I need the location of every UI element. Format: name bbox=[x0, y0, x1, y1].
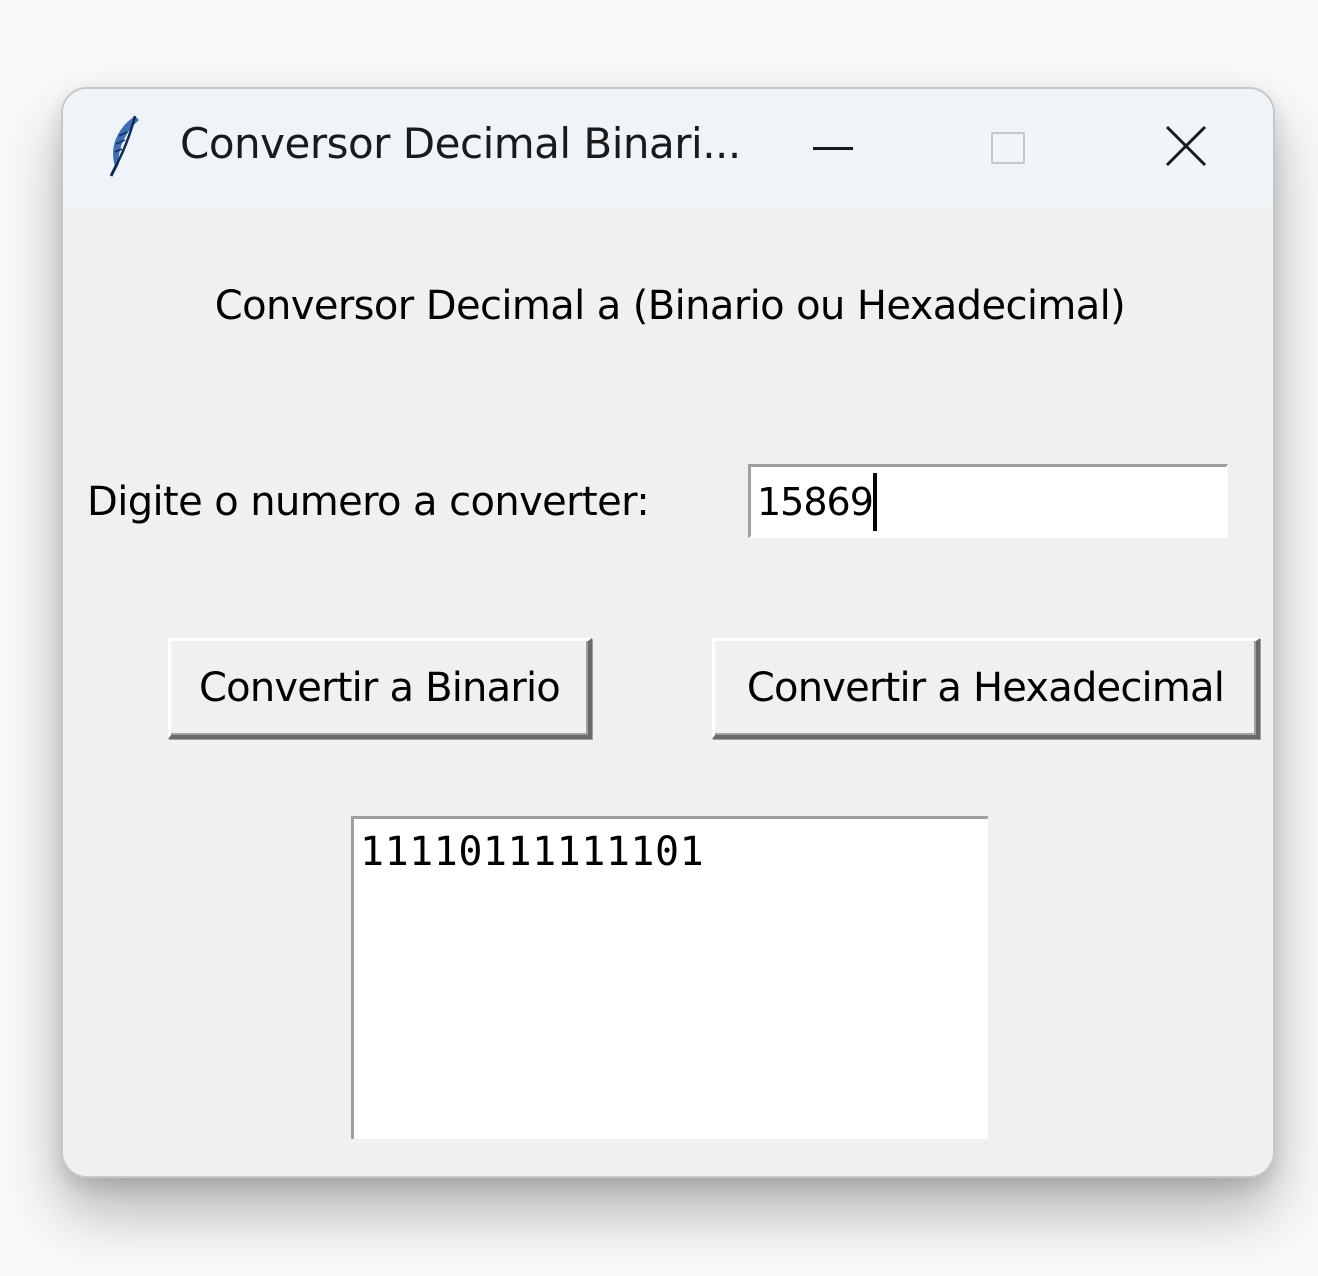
convert-hexadecimal-button[interactable]: Convertir a Hexadecimal bbox=[712, 638, 1260, 739]
close-button[interactable] bbox=[1126, 89, 1246, 207]
app-window: Conversor Decimal Binari... Conversor De… bbox=[61, 87, 1275, 1178]
close-icon bbox=[1164, 124, 1208, 172]
result-text: 11110111111101 bbox=[360, 829, 705, 875]
window-title: Conversor Decimal Binari... bbox=[180, 119, 741, 168]
text-caret bbox=[872, 472, 877, 531]
minimize-button[interactable] bbox=[773, 89, 893, 207]
header-label: Conversor Decimal a (Binario ou Hexadeci… bbox=[214, 283, 1126, 329]
number-input[interactable]: 15869 bbox=[748, 464, 1228, 538]
result-textbox[interactable]: 11110111111101 bbox=[351, 816, 988, 1139]
title-bar[interactable]: Conversor Decimal Binari... bbox=[63, 89, 1273, 207]
minimize-icon bbox=[813, 146, 853, 150]
number-prompt-label: Digite o numero a converter: bbox=[87, 479, 650, 525]
feather-icon bbox=[105, 114, 145, 178]
maximize-icon bbox=[991, 132, 1025, 164]
convert-binary-button[interactable]: Convertir a Binario bbox=[168, 638, 592, 739]
number-input-value: 15869 bbox=[757, 479, 874, 524]
maximize-button[interactable] bbox=[948, 89, 1068, 207]
